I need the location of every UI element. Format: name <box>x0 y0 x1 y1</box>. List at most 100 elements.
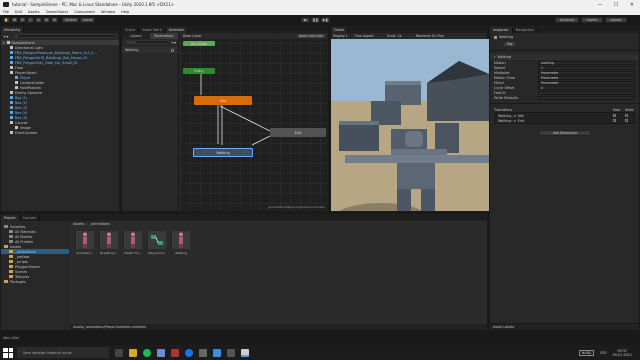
taskbar-search-input[interactable]: Sem zadejte hledaný výraz <box>17 347 109 358</box>
menu-assets[interactable]: Assets <box>28 10 40 14</box>
chrome-icon[interactable] <box>185 348 193 357</box>
field-value[interactable]: Parameter <box>538 80 635 85</box>
asset-item[interactable]: Breathing... <box>100 231 118 255</box>
tray-badge[interactable]: NABIJ <box>578 349 594 356</box>
task-view-icon[interactable] <box>115 348 123 357</box>
tab-game[interactable]: Game <box>331 27 349 33</box>
expand-arrow-icon[interactable]: ▾ <box>3 41 5 45</box>
discord-icon[interactable] <box>157 348 165 357</box>
maximize-button[interactable]: ☐ <box>608 0 624 9</box>
layers-dropdown[interactable]: Layers <box>581 16 603 23</box>
step-button[interactable]: ▶❚ <box>321 16 330 23</box>
tab-inspector[interactable]: Inspector <box>490 27 513 33</box>
language-indicator[interactable]: CES <box>600 351 607 355</box>
rect-tool-button[interactable]: ▭ <box>35 16 42 23</box>
game-viewport[interactable] <box>331 39 489 211</box>
maximize-on-play-toggle[interactable]: Maximize On Play <box>416 34 444 38</box>
unity-status-bar: Idle (Idle) <box>0 332 640 344</box>
transition-row[interactable]: Walking -> Exit <box>495 118 634 123</box>
pivot-center-button[interactable]: Center <box>62 16 79 23</box>
breadcrumb-animations[interactable]: _animations <box>89 222 110 226</box>
menu-edit[interactable]: Edit <box>15 10 22 14</box>
scale-tool-button[interactable]: ⤢ <box>27 16 34 23</box>
add-behaviour-button[interactable]: Add Behaviour <box>539 130 591 136</box>
search-filter-icon <box>9 235 13 238</box>
hierarchy-row[interactable]: EventSystem <box>1 130 119 135</box>
menu-help[interactable]: Help <box>121 10 129 14</box>
field-value[interactable]: Parameter <box>538 75 635 80</box>
field-value[interactable]: walking <box>538 60 635 65</box>
minimize-button[interactable]: — <box>592 0 608 9</box>
mute-checkbox[interactable] <box>625 119 628 122</box>
layers-tab[interactable]: Layers <box>122 33 150 39</box>
parameter-checkbox[interactable] <box>171 48 174 52</box>
hierarchy-search-input[interactable]: All <box>11 34 117 38</box>
app-icon[interactable] <box>199 348 207 357</box>
add-parameter-icon[interactable]: +▾ <box>171 40 176 45</box>
asset-item[interactable]: PlayerCont... <box>148 231 166 255</box>
animator-graph[interactable]: Base Layer Auto Live Link Any State Entr… <box>180 33 328 211</box>
menu-component[interactable]: Component <box>74 10 95 14</box>
custom-tool-button[interactable]: ⚙ <box>51 16 58 23</box>
parameters-tab[interactable]: Parameters <box>149 33 178 39</box>
file-explorer-icon[interactable] <box>129 348 137 357</box>
rotate-tool-button[interactable]: ⟳ <box>19 16 26 23</box>
hand-tool-button[interactable]: ✋ <box>3 16 10 23</box>
close-button[interactable]: ✕ <box>624 0 640 9</box>
aspect-dropdown[interactable]: Free Aspect <box>355 34 387 38</box>
field-value[interactable]: 0 <box>538 85 635 90</box>
asset-item[interactable]: Animated ... <box>76 231 94 255</box>
breadcrumb-assets[interactable]: Assets <box>73 222 84 226</box>
idle-node[interactable]: Idle <box>194 96 252 105</box>
entry-node[interactable]: Entry <box>183 68 215 74</box>
asset-label: Death Fro... <box>124 251 142 255</box>
transform-tool-button[interactable]: ⊕ <box>43 16 50 23</box>
parameter-search-input[interactable]: Name <box>124 40 169 44</box>
tab-console[interactable]: Console <box>19 215 41 221</box>
app-icon[interactable] <box>227 348 235 357</box>
solo-checkbox[interactable] <box>613 119 616 122</box>
tab-navigation[interactable]: Navigation <box>512 27 539 33</box>
asset-item[interactable]: Walking <box>172 231 190 255</box>
walking-node[interactable]: Walking <box>193 148 253 157</box>
app-icon[interactable] <box>213 348 221 357</box>
mute-checkbox[interactable] <box>625 114 628 117</box>
start-button[interactable] <box>3 347 13 358</box>
menu-file[interactable]: File <box>3 10 9 14</box>
app-icon[interactable] <box>171 348 179 357</box>
folder-tree-label: PolygonStarter <box>15 264 41 269</box>
hierarchy-row-label: Canvas <box>15 120 28 125</box>
unity-taskbar-icon[interactable] <box>241 348 249 357</box>
tab-hierarchy[interactable]: Hierarchy <box>1 27 25 33</box>
pivot-local-button[interactable]: Local <box>80 16 95 23</box>
menu-gameobject[interactable]: GameObject <box>46 10 68 14</box>
play-button[interactable]: ▶ <box>301 16 310 23</box>
layout-dropdown[interactable]: Layout <box>605 16 627 23</box>
exit-node[interactable]: Exit <box>270 128 326 137</box>
field-value[interactable]: Parameter <box>538 70 635 75</box>
prefab-icon <box>15 76 18 79</box>
add-icon[interactable]: +▾ <box>3 34 8 39</box>
state-name-field[interactable]: Walking <box>499 35 513 39</box>
move-tool-button[interactable]: ✥ <box>11 16 18 23</box>
scale-value[interactable]: 1x <box>398 34 416 38</box>
any-state-node[interactable]: Any State <box>183 41 215 46</box>
parameter-row[interactable]: Walking <box>122 47 178 53</box>
account-dropdown[interactable]: Account <box>555 16 579 23</box>
component-title: Walking <box>497 55 511 59</box>
solo-checkbox[interactable] <box>613 114 616 117</box>
asset-labels-bar[interactable]: Asset Labels <box>490 323 639 330</box>
tag-dropdown[interactable]: Tag <box>504 42 516 46</box>
folder-tree-row[interactable]: Packages <box>1 279 69 284</box>
field-value[interactable] <box>538 95 635 100</box>
field-value[interactable] <box>538 90 635 95</box>
display-dropdown[interactable]: Display 1 <box>333 34 355 38</box>
clock[interactable]: 09:37 09.01.2021 <box>613 349 632 357</box>
tab-project[interactable]: Project <box>1 215 20 221</box>
asset-item[interactable]: Death Fro... <box>124 231 142 255</box>
spotify-icon[interactable] <box>143 348 151 357</box>
field-value[interactable]: 1 <box>538 65 635 70</box>
transitions-header: Transitions Solo Mute <box>490 107 639 112</box>
pause-button[interactable]: ❚❚ <box>311 16 320 23</box>
menu-window[interactable]: Window <box>101 10 115 14</box>
